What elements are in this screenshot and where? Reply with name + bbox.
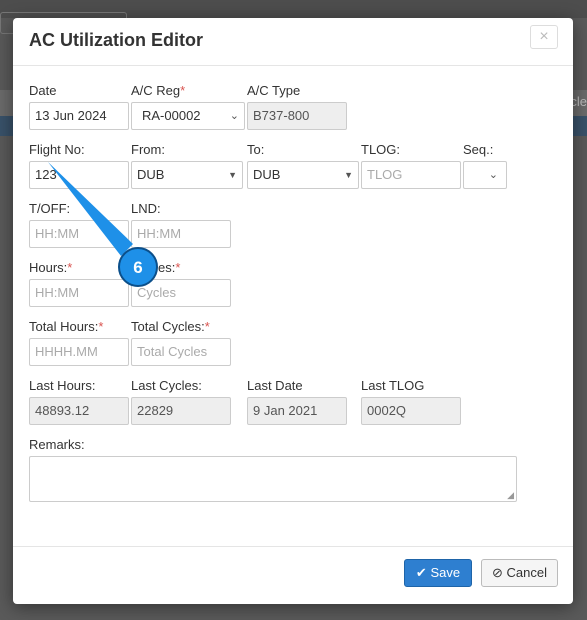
callout-step-number: 6: [133, 258, 142, 277]
tutorial-callout: 6: [48, 162, 158, 287]
callout-pointer: [48, 162, 133, 256]
